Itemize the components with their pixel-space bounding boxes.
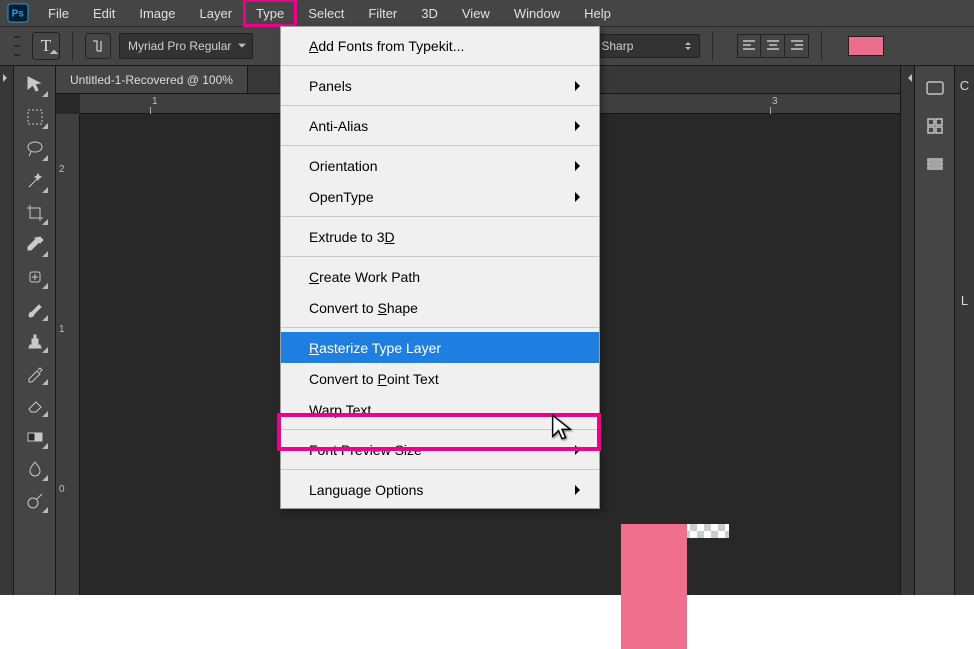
menu-separator [281,216,599,217]
menu-help[interactable]: Help [572,0,623,26]
align-center-button[interactable] [761,34,785,58]
menu-3d[interactable]: 3D [409,0,450,26]
lasso-tool[interactable] [21,136,49,162]
menu-window[interactable]: Window [502,0,572,26]
menu-item-language-options[interactable]: Language Options [281,474,599,505]
menu-item-convert-to-shape[interactable]: Convert to Shape [281,292,599,323]
antialias-value: Sharp [601,39,633,53]
tools-panel [14,66,56,595]
menu-view[interactable]: View [450,0,502,26]
menu-item-opentype[interactable]: OpenType [281,181,599,212]
menu-image[interactable]: Image [127,0,187,26]
menu-separator [281,327,599,328]
menu-item-create-work-path[interactable]: Create Work Path [281,261,599,292]
align-left-button[interactable] [737,34,761,58]
gradient-tool[interactable] [21,424,49,450]
eraser-tool[interactable] [21,392,49,418]
type-tool-indicator[interactable]: T [32,32,60,60]
menu-separator [281,469,599,470]
menu-layer[interactable]: Layer [188,0,245,26]
divider [712,31,713,61]
blur-tool[interactable] [21,456,49,482]
text-color-swatch[interactable] [848,36,884,56]
menu-separator [281,145,599,146]
menu-item-convert-to-point-text[interactable]: Convert to Point Text [281,363,599,394]
menu-edit[interactable]: Edit [81,0,127,26]
transparency-checker [683,524,729,538]
menu-filter[interactable]: Filter [356,0,409,26]
svg-text:Ps: Ps [12,9,25,20]
libraries-panel-icon[interactable] [923,152,947,176]
text-align-group [737,34,809,58]
color-panel-icon[interactable] [923,76,947,100]
cursor-icon [550,413,574,441]
panel-tab-c[interactable]: C [960,78,969,93]
menu-item-anti-alias[interactable]: Anti-Alias [281,110,599,141]
menu-item-extrude-to-3d[interactable]: Extrude to 3D [281,221,599,252]
divider [821,31,822,61]
left-gutter[interactable] [0,66,14,595]
move-tool[interactable] [21,72,49,98]
app-logo: Ps [0,3,36,23]
eyedropper-tool[interactable] [21,232,49,258]
menu-item-orientation[interactable]: Orientation [281,150,599,181]
menu-file[interactable]: File [36,0,81,26]
menu-select[interactable]: Select [296,0,356,26]
magic-wand-tool[interactable] [21,168,49,194]
antialias-select[interactable]: Sharp [592,34,700,58]
crop-tool[interactable] [21,200,49,226]
align-right-button[interactable] [785,34,809,58]
menu-item-panels[interactable]: Panels [281,70,599,101]
options-grip[interactable] [14,33,20,59]
menu-item-rasterize-type-layer[interactable]: Rasterize Type Layer [281,332,599,363]
menu-bar: Ps File Edit Image Layer Type Select Fil… [0,0,974,26]
menu-separator [281,256,599,257]
dodge-tool[interactable] [21,488,49,514]
history-brush-tool[interactable] [21,360,49,386]
panel-tab-l[interactable]: L [961,293,968,308]
right-collapsed-panels [914,66,954,595]
document-tab[interactable]: Untitled-1-Recovered @ 100% [56,66,248,93]
menu-separator [281,65,599,66]
menu-item-add-fonts-from-typekit[interactable]: Add Fonts from Typekit... [281,30,599,61]
right-gutter[interactable] [900,66,914,595]
canvas-pink-shape [621,524,687,649]
right-panel-tabs: C L [954,66,974,595]
marquee-tool[interactable] [21,104,49,130]
divider [72,31,73,61]
clone-stamp-tool[interactable] [21,328,49,354]
brush-tool[interactable] [21,296,49,322]
menu-separator [281,105,599,106]
ruler-vertical[interactable]: 2 1 0 [56,114,80,595]
menu-type[interactable]: Type [244,0,296,26]
healing-brush-tool[interactable] [21,264,49,290]
swatches-panel-icon[interactable] [923,114,947,138]
text-orientation-toggle[interactable] [85,33,111,59]
font-family-select[interactable]: Myriad Pro Regular [119,33,253,59]
